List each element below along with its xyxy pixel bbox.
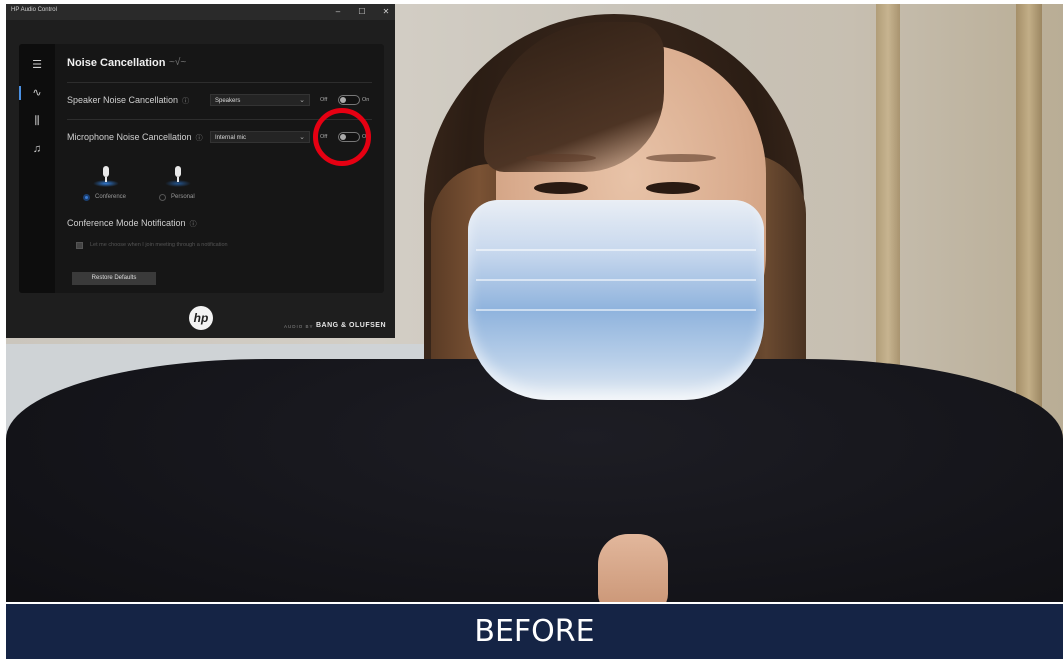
audio-by-label: AUDIO BY (284, 324, 314, 329)
hp-logo: hp (189, 306, 213, 330)
speaker-nc-toggle[interactable] (338, 95, 360, 105)
bang-olufsen-logo: BANG & OLUFSEN (316, 322, 386, 329)
mask-pleat (476, 249, 756, 251)
left-eyebrow (526, 154, 596, 162)
face-mask (468, 200, 764, 400)
speaker-on-label: On (362, 97, 370, 103)
left-eye (534, 182, 588, 194)
mask-pleat (476, 279, 756, 281)
notification-checkbox-label: Let me choose when I join meeting throug… (90, 242, 228, 248)
equalizer-icon[interactable]: ⫼ (30, 114, 44, 128)
hp-audio-control-window: HP Audio Control – ☐ ✕ ☰ ∿ ⫼ ♫ Noise Can… (6, 4, 395, 338)
title-bar[interactable]: HP Audio Control – ☐ ✕ (6, 4, 395, 20)
mask-pleat (476, 309, 756, 311)
settings-panel: ☰ ∿ ⫼ ♫ Noise Cancellation ~√~ Speaker N… (19, 44, 384, 293)
notification-checkbox[interactable] (76, 242, 83, 249)
info-icon: ⓘ (189, 221, 197, 228)
personal-mic-icon[interactable] (165, 166, 191, 187)
sliders-icon[interactable]: ☰ (30, 58, 44, 72)
nav-active-indicator (19, 86, 21, 100)
conference-radio[interactable] (83, 194, 90, 201)
red-circle-annotation (313, 108, 371, 166)
right-eye (646, 182, 700, 194)
speaker-device-select[interactable]: Speakers ⌄ (210, 94, 310, 106)
before-caption: BEFORE (6, 604, 1063, 659)
mic-nc-label: Microphone Noise Cancellation ⓘ (67, 132, 203, 142)
chevron-down-icon: ⌄ (299, 134, 305, 141)
chevron-down-icon: ⌄ (299, 97, 305, 104)
right-eyebrow (646, 154, 716, 162)
divider (67, 82, 372, 83)
window-title: HP Audio Control (11, 7, 57, 13)
restore-defaults-button[interactable]: Restore Defaults (72, 272, 156, 285)
conference-mic-icon[interactable] (93, 166, 119, 187)
personal-label: Personal (171, 194, 195, 200)
personal-radio[interactable] (159, 194, 166, 201)
waveform-icon[interactable]: ∿ (30, 86, 44, 100)
mic-device-select[interactable]: Internal mic ⌄ (210, 131, 310, 143)
info-icon: ⓘ (195, 135, 203, 142)
minimize-button[interactable]: – (326, 5, 350, 19)
close-button[interactable]: ✕ (374, 5, 398, 19)
nav-rail: ☰ ∿ ⫼ ♫ (19, 44, 55, 293)
speaker-nc-label: Speaker Noise Cancellation ⓘ (67, 95, 190, 105)
conference-label: Conference (95, 194, 127, 200)
info-icon: ⓘ (182, 98, 190, 105)
conference-notification-label: Conference Mode Notification ⓘ (67, 218, 197, 228)
speaker-off-label: Off (320, 97, 328, 103)
maximize-button[interactable]: ☐ (350, 5, 374, 19)
person-thumb (598, 534, 668, 602)
music-note-icon[interactable]: ♫ (30, 142, 44, 156)
waveform-icon: ~√~ (169, 57, 187, 68)
section-title: Noise Cancellation (67, 57, 166, 69)
toggle-knob (340, 97, 346, 103)
